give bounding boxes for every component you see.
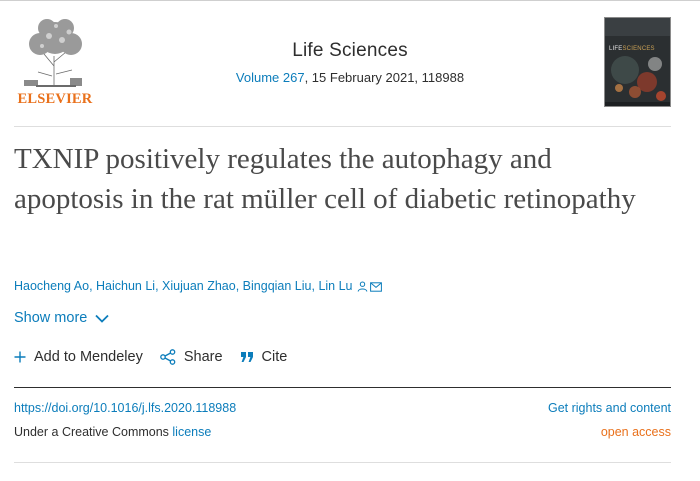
cover-art: [605, 18, 670, 106]
person-icon[interactable]: [357, 281, 368, 292]
share-icon: [159, 349, 176, 365]
article-title: TXNIP positively regulates the autophagy…: [14, 143, 636, 215]
share-label: Share: [183, 349, 223, 365]
license-statement: Under a Creative Commons license: [14, 425, 211, 439]
author-link[interactable]: Haocheng Ao: [14, 279, 89, 293]
show-more-button[interactable]: Show more: [14, 310, 109, 326]
journal-info: Life Sciences Volume 267, 15 February 20…: [0, 40, 700, 85]
journal-meta: Volume 267, 15 February 2021, 118988: [0, 70, 700, 85]
get-rights-link[interactable]: Get rights and content: [548, 401, 671, 415]
cover-title: LIFESCIENCES: [609, 46, 655, 52]
author-list: Haocheng Ao, Haichun Li, Xiujuan Zhao, B…: [14, 279, 382, 293]
license-prefix: Under a Creative Commons: [14, 425, 173, 439]
doi-link[interactable]: https://doi.org/10.1016/j.lfs.2020.11898…: [14, 401, 236, 415]
corresponding-author-icons: [357, 281, 382, 292]
quote-icon: [240, 352, 253, 362]
header-divider: [14, 126, 671, 127]
article-actions: Add to Mendeley Share Cite: [14, 349, 304, 365]
author-link[interactable]: Xiujuan Zhao: [162, 279, 236, 293]
author-link[interactable]: Bingqian Liu: [243, 279, 312, 293]
volume-link[interactable]: Volume 267: [236, 70, 305, 85]
add-to-mendeley-button[interactable]: Add to Mendeley: [14, 349, 143, 365]
author-link[interactable]: Haichun Li: [96, 279, 155, 293]
license-link[interactable]: license: [172, 425, 211, 439]
envelope-icon[interactable]: [369, 281, 382, 292]
issue-date: , 15 February 2021, 118988: [304, 70, 465, 85]
chevron-down-icon: [95, 314, 109, 323]
cite-button[interactable]: Cite: [240, 349, 288, 365]
bottom-divider: [14, 462, 671, 463]
actions-divider: [14, 387, 671, 388]
journal-header: ELSEVIER Life Sciences Volume 267, 15 Fe…: [0, 0, 700, 128]
open-access-badge: open access: [600, 425, 671, 439]
cite-label: Cite: [261, 349, 288, 365]
journal-title-link[interactable]: Life Sciences: [0, 40, 700, 62]
share-button[interactable]: Share: [159, 349, 223, 365]
author-link[interactable]: Lin Lu: [318, 279, 352, 293]
journal-cover-image[interactable]: LIFESCIENCES: [604, 17, 671, 107]
publisher-name: ELSEVIER: [17, 91, 93, 107]
show-more-label: Show more: [14, 310, 88, 326]
plus-icon: [14, 351, 26, 363]
add-to-mendeley-label: Add to Mendeley: [34, 349, 143, 365]
